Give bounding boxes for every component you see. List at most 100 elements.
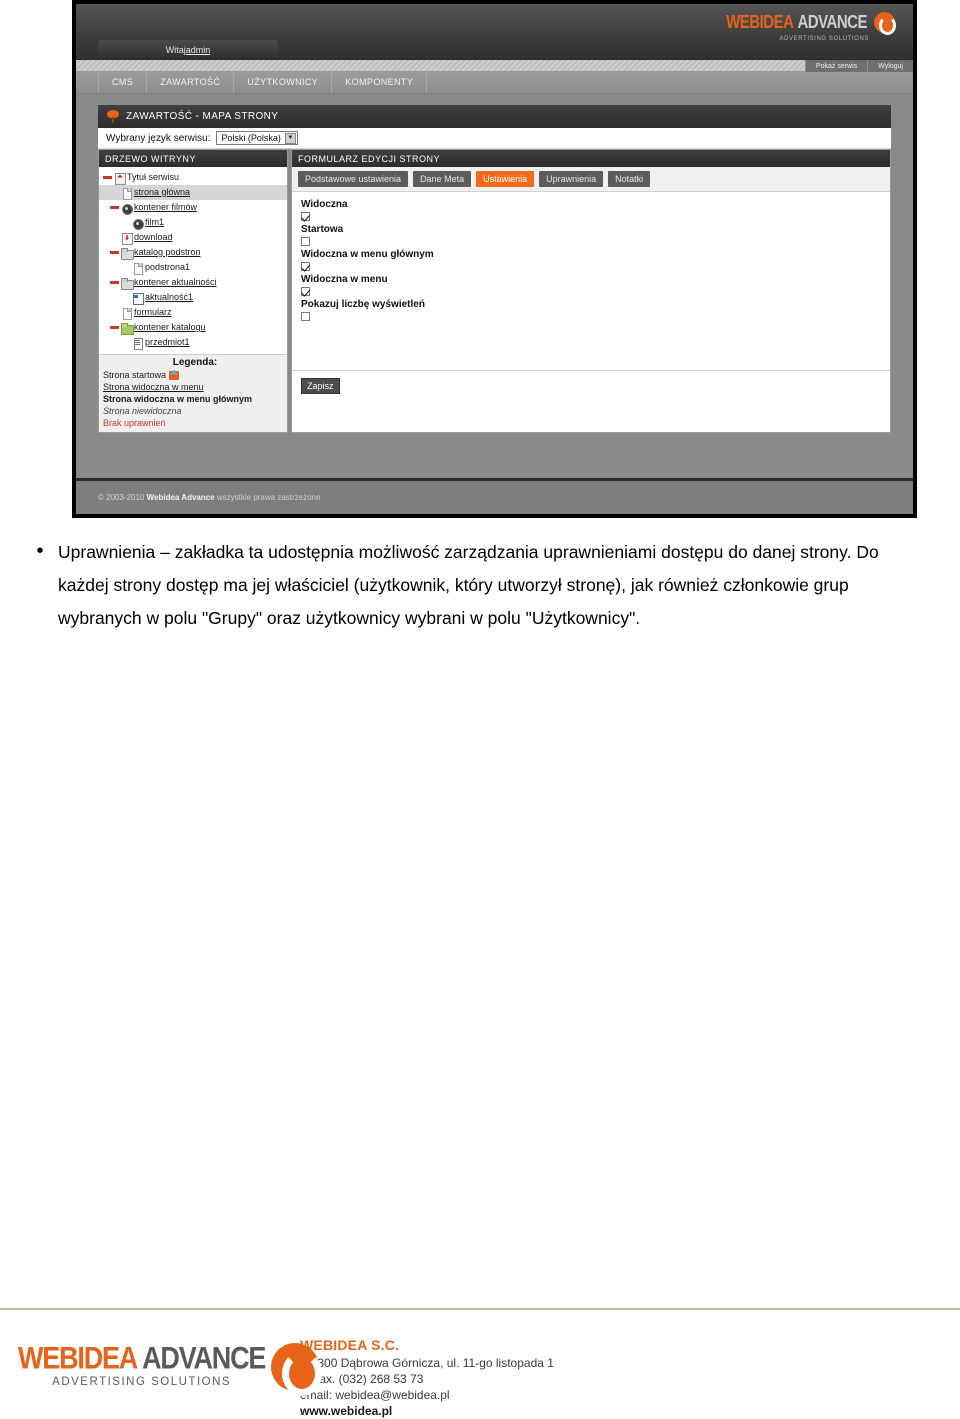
- webidea-advance-logo: WEBIDEA ADVANCE ADVERTISING SOLUTIONS: [726, 11, 896, 42]
- form-field-label: Widoczna w menu: [301, 274, 388, 285]
- folder-icon: [121, 247, 134, 260]
- video-icon: [121, 202, 133, 215]
- form-tab[interactable]: Uprawnienia: [539, 171, 604, 187]
- footer-circle-icon: [271, 1343, 323, 1396]
- form-tab[interactable]: Ustawienia: [476, 171, 535, 187]
- tree-node-label: kontener aktualności: [134, 277, 217, 287]
- nav-item-zawartosc[interactable]: ZAWARTOŚĆ: [147, 71, 235, 93]
- link-logout[interactable]: Wyloguj: [867, 60, 913, 72]
- account-links: Pokaż serwis Wyloguj: [804, 60, 913, 72]
- footer-address: 41-300 Dąbrowa Górnicza, ul. 11-go listo…: [300, 1356, 554, 1370]
- tree-node[interactable]: formularz: [99, 305, 287, 320]
- legend-block: Legenda: Strona startowa Strona widoczna …: [99, 354, 287, 432]
- tree-node[interactable]: przedmiot1: [99, 335, 287, 350]
- app-content: ZAWARTOŚĆ - MAPA STRONY Wybrany język se…: [76, 94, 913, 462]
- form-footer: Zapisz: [292, 370, 890, 394]
- form-field-checkbox[interactable]: [301, 312, 310, 321]
- form-field-checkbox[interactable]: [301, 212, 310, 221]
- footer-logo-word-webidea: WEBIDEA: [18, 1340, 138, 1376]
- home-icon: [114, 172, 126, 185]
- footer-email: email: webidea@webidea.pl: [300, 1388, 450, 1402]
- home-page-icon: [169, 370, 180, 381]
- collapse-icon[interactable]: [110, 203, 119, 212]
- tree-node[interactable]: download: [99, 230, 287, 245]
- collapse-icon[interactable]: [110, 323, 119, 332]
- tree-node-label: film1: [145, 217, 165, 227]
- form-tab[interactable]: Podstawowe ustawienia: [298, 171, 409, 187]
- legend-item-label: Brak uprawnień: [103, 417, 166, 428]
- form-tab[interactable]: Notatki: [608, 171, 651, 187]
- nav-item-cms[interactable]: CMS: [98, 71, 148, 93]
- form-field-checkbox[interactable]: [301, 237, 310, 246]
- page-title-bar: ZAWARTOŚĆ - MAPA STRONY: [98, 105, 891, 128]
- tree-node-label: kontener katalogu: [134, 322, 206, 332]
- dl-icon: [121, 232, 133, 245]
- tree-node[interactable]: film1: [99, 215, 287, 230]
- legend-item: Strona niewidoczna: [103, 405, 287, 417]
- footer-phone: tel/fax. (032) 268 53 73: [300, 1372, 424, 1386]
- form-field-checkbox[interactable]: [301, 287, 310, 296]
- top-strip: Pokaż serwis Wyloguj: [76, 59, 913, 72]
- form-tab[interactable]: Dane Meta: [413, 171, 472, 187]
- collapse-icon[interactable]: [110, 248, 119, 257]
- app-copyright: © 2003-2010 Webidea Advance wszystkie pr…: [98, 493, 321, 502]
- form-field-checkbox[interactable]: [301, 262, 310, 271]
- document-body: • Uprawnienia – zakładka ta udostępnia m…: [34, 536, 934, 635]
- nav-item-komponenty[interactable]: KOMPONENTY: [332, 71, 428, 93]
- greenfolder-icon: [121, 322, 134, 335]
- tree-node-label: podstrona1: [145, 262, 191, 272]
- language-select[interactable]: Polski (Polska) ▼: [216, 131, 298, 145]
- tree-node-label: strona główna: [134, 187, 191, 197]
- tree-node[interactable]: aktualność1: [99, 290, 287, 305]
- site-tree: Tytuł serwisu strona główna kontener filmó…: [99, 167, 287, 354]
- form-field-label: Widoczna w menu głównym: [301, 249, 434, 260]
- logo-word-webidea: WEBIDEA: [726, 11, 794, 34]
- form-header: FORMULARZ EDYCJI STRONY: [292, 150, 890, 167]
- tree-node[interactable]: Tytuł serwisu: [99, 170, 287, 185]
- tree-node[interactable]: strona główna: [99, 185, 287, 200]
- tree-node[interactable]: katalog podstron: [99, 245, 287, 260]
- logo-tagline: ADVERTISING SOLUTIONS: [779, 36, 869, 42]
- legend-title: Legenda:: [172, 357, 218, 368]
- welcome-username[interactable]: admin: [186, 45, 211, 55]
- form-field-label: Startowa: [301, 224, 344, 235]
- tree-node-label: aktualność1: [145, 292, 194, 302]
- page-icon: [132, 262, 143, 275]
- language-selected-value: Polski (Polska): [221, 133, 281, 143]
- form-tabbar: Podstawowe ustawienia Dane Meta Ustawienia…: [292, 167, 890, 192]
- main-navigation: CMS ZAWARTOŚĆ UŻYTKOWNICY KOMPONENTY: [76, 71, 913, 94]
- site-tree-header: DRZEWO WITRYNY: [99, 150, 287, 167]
- page-footer: WEBIDEA ADVANCE ADVERTISING SOLUTIONS WE…: [0, 1325, 960, 1418]
- panels-row: DRZEWO WITRYNY Tytuł serwisu strona główn…: [98, 149, 891, 433]
- tree-node[interactable]: kontener katalogu: [99, 320, 287, 335]
- app-footer: © 2003-2010 Webidea Advance wszystkie pr…: [76, 478, 913, 514]
- tree-node-label: download: [134, 232, 173, 242]
- save-button[interactable]: Zapisz: [301, 378, 340, 394]
- page-title: ZAWARTOŚĆ - MAPA STRONY: [126, 111, 279, 122]
- item-icon: [132, 337, 143, 350]
- collapse-icon[interactable]: [103, 173, 112, 182]
- link-show-site[interactable]: Pokaż serwis: [804, 60, 867, 72]
- page-icon: [121, 187, 132, 200]
- video-icon: [132, 217, 144, 230]
- legend-item: Strona widoczna w menu głównym: [103, 393, 287, 405]
- footer-logo-word-advance: ADVANCE: [142, 1340, 266, 1376]
- tree-icon: [106, 109, 120, 124]
- chevron-down-icon: ▼: [284, 132, 296, 144]
- collapse-icon[interactable]: [110, 278, 119, 287]
- app-topbar: WEBIDEA ADVANCE ADVERTISING SOLUTIONS Wi…: [76, 4, 913, 59]
- logo-word-advance: ADVANCE: [797, 11, 867, 34]
- tree-node[interactable]: kontener filmów: [99, 200, 287, 215]
- tree-node[interactable]: podstrona1: [99, 260, 287, 275]
- nav-item-uzytkownicy[interactable]: UŻYTKOWNICY: [234, 71, 333, 93]
- footer-logo-tagline: ADVERTISING SOLUTIONS: [52, 1376, 232, 1389]
- tree-node[interactable]: kontener aktualności: [99, 275, 287, 290]
- welcome-tab: Witaj admin: [98, 40, 278, 59]
- footer-website[interactable]: www.webidea.pl: [300, 1403, 554, 1419]
- legend-item: Strona widoczna w menu: [103, 381, 287, 393]
- form-field: Widoczna: [301, 199, 890, 221]
